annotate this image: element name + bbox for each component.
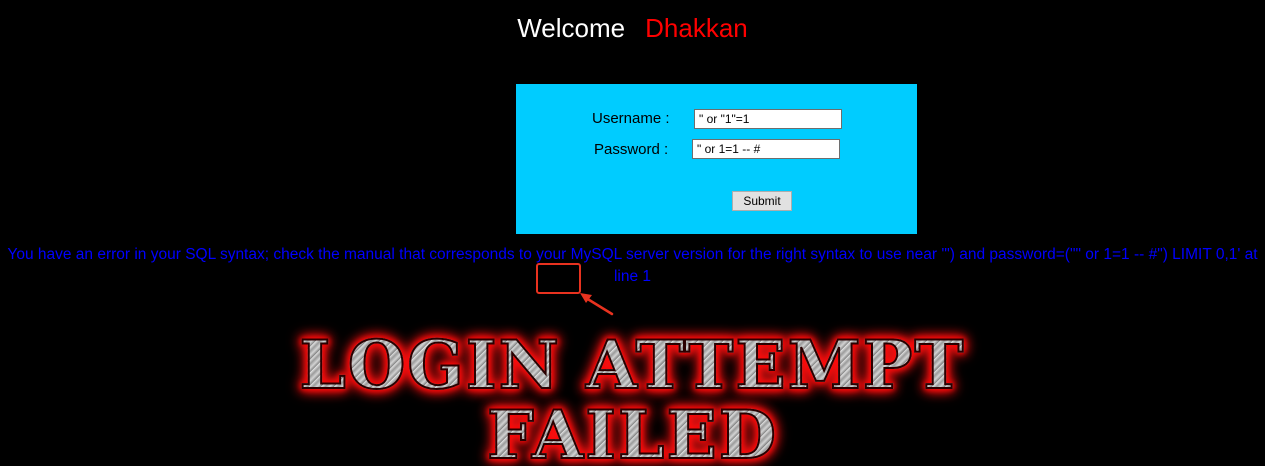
username-input[interactable] [694,109,842,129]
password-input[interactable] [692,139,840,159]
password-label: Password : [594,141,669,158]
login-form: Username : Password : Submit [516,84,917,234]
welcome-heading: Welcome Dhakkan [0,12,1265,44]
sql-error-message: You have an error in your SQL syntax; ch… [7,246,1258,285]
login-failed-banner-line1: LOGIN ATTEMPT [0,325,1265,405]
submit-button[interactable]: Submit [732,191,792,211]
annotation-arrow-icon [580,293,614,316]
username-label: Username : [592,110,670,127]
welcome-name: Dhakkan [645,13,748,43]
login-failed-banner-line2: FAILED [0,395,1265,466]
welcome-text: Welcome [517,13,626,43]
annotation-highlight-box [536,263,581,294]
